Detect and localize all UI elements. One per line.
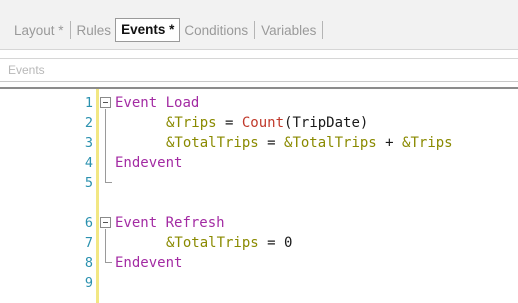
code-line: 4 Endevent (0, 153, 518, 173)
operator-token: = (258, 135, 285, 151)
operator-token: = (258, 235, 285, 251)
keyword-token: Event (115, 215, 158, 231)
code-text: Endevent (115, 253, 182, 273)
code-line: 6 Event Refresh (0, 213, 518, 233)
code-text: &Trips = Count(TripDate) (166, 113, 368, 133)
tab-events[interactable]: Events * (115, 18, 181, 42)
keyword-token: Endevent (115, 155, 183, 171)
code-text: Event Load (115, 93, 199, 113)
line-number: 3 (84, 135, 93, 151)
code-text: &TotalTrips = 0 (166, 233, 292, 253)
tab-separator (254, 21, 256, 39)
events-selector[interactable]: Events (0, 58, 518, 82)
code-line: 2 &Trips = Count(TripDate) (0, 113, 518, 133)
tab-layout[interactable]: Layout * (10, 18, 68, 42)
line-number: 2 (84, 115, 93, 131)
events-selector-placeholder: Events (8, 63, 45, 77)
variable-token: &Trips (166, 115, 217, 131)
variable-token: &Trips (402, 135, 453, 151)
event-name-token: Load (157, 95, 200, 111)
tab-rules[interactable]: Rules (73, 18, 116, 42)
argument-token: (TripDate) (284, 115, 369, 131)
line-number: 5 (84, 175, 93, 191)
code-text: &TotalTrips = &TotalTrips + &Trips (166, 133, 453, 153)
line-number: 4 (84, 155, 93, 171)
tab-rules-label: Rules (76, 22, 112, 38)
number-token: 0 (284, 235, 293, 251)
code-text: Event Refresh (115, 213, 225, 233)
code-line: 8 Endevent (0, 253, 518, 273)
tab-variables-label: Variables (261, 22, 317, 38)
tab-layout-label: Layout * (14, 22, 64, 38)
variable-token: &TotalTrips (166, 235, 259, 251)
variable-token: &TotalTrips (284, 135, 377, 151)
tab-conditions[interactable]: Conditions (180, 18, 252, 42)
line-number: 8 (84, 255, 93, 271)
code-line: 3 &TotalTrips = &TotalTrips + &Trips (0, 133, 518, 153)
code-line: 9 (0, 273, 518, 293)
line-number: 6 (84, 215, 93, 231)
tab-conditions-label: Conditions (184, 22, 249, 38)
operator-token: = (216, 115, 242, 131)
code-editor[interactable]: 1 Event Load 2 &Trips = Count(TripDate) … (0, 87, 518, 303)
code-text: Endevent (115, 153, 182, 173)
keyword-token: Event (115, 95, 158, 111)
variable-token: &TotalTrips (166, 135, 259, 151)
tab-variables[interactable]: Variables (257, 18, 320, 42)
tab-separator (322, 21, 324, 39)
code-line: 7 &TotalTrips = 0 (0, 233, 518, 253)
event-name-token: Refresh (157, 215, 225, 231)
tab-events-label: Events * (115, 18, 181, 42)
line-number: 7 (84, 235, 93, 251)
operator-token: + (376, 135, 403, 151)
tab-separator (69, 21, 71, 39)
tab-strip: Layout * Rules Events * Conditions Varia… (10, 18, 325, 42)
code-line: 1 Event Load (0, 93, 518, 113)
function-token: Count (241, 115, 285, 131)
tab-bar: Layout * Rules Events * Conditions Varia… (0, 0, 518, 50)
line-number: 9 (84, 275, 93, 291)
keyword-token: Endevent (115, 255, 183, 271)
code-line: 5 (0, 173, 518, 193)
line-number: 1 (84, 95, 93, 111)
